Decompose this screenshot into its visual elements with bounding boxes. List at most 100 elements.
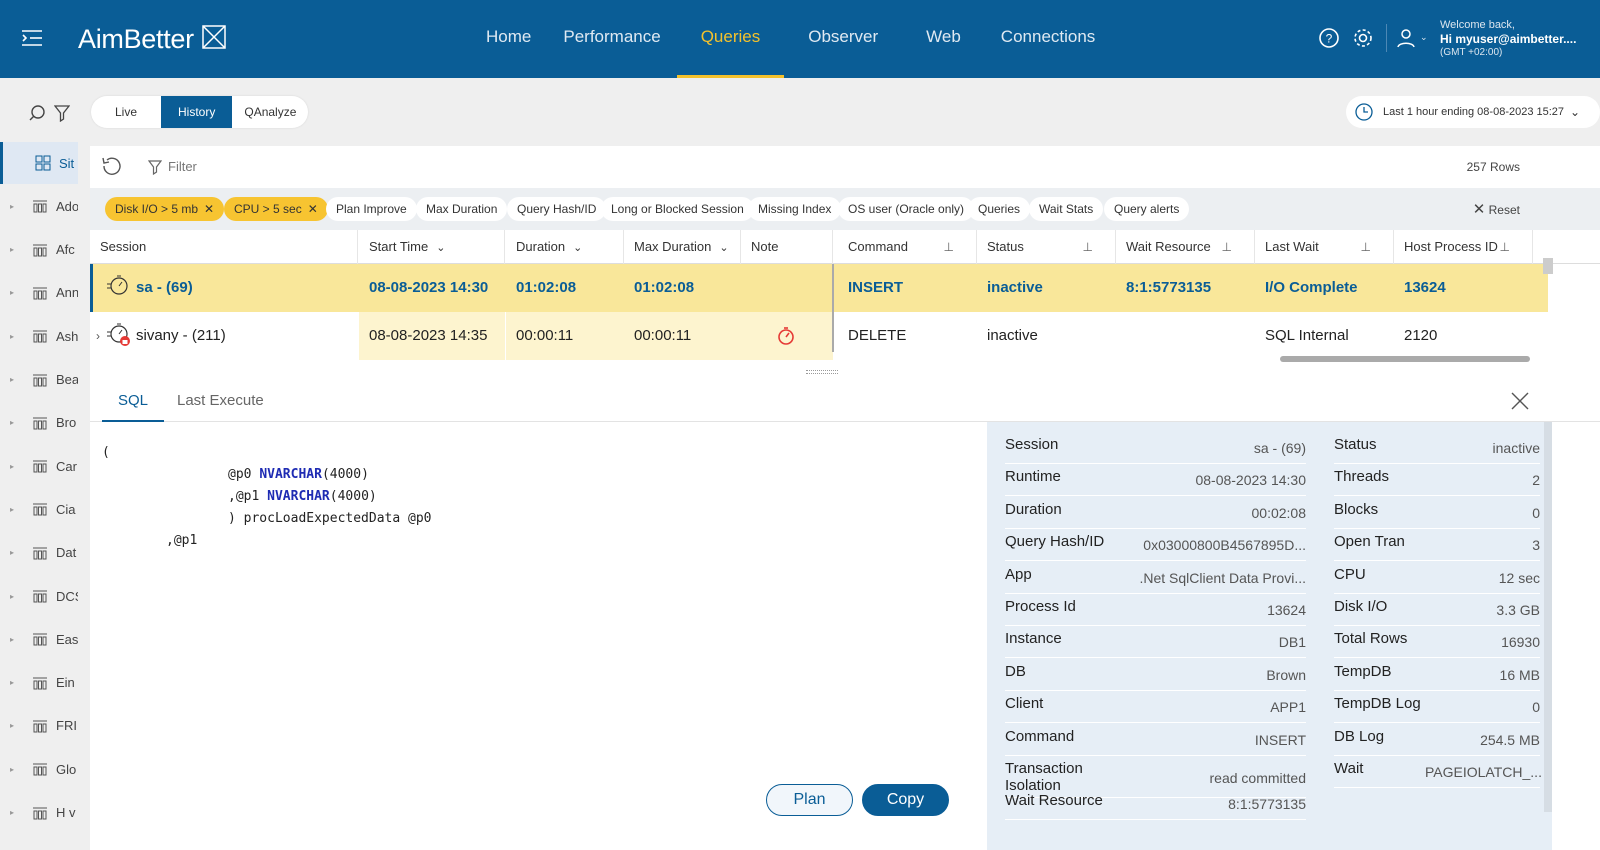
sidebar-item-fri[interactable]: ▸ FRI [0,705,78,747]
filter-chip[interactable]: Query Hash/ID [507,197,607,221]
pin-icon[interactable]: ⊥ [944,230,954,264]
expand-arrow-icon[interactable]: ▸ [10,765,14,774]
table-row[interactable]: › sivany - (211) 08-08-2023 14:35 00:00:11 0… [90,312,1548,360]
user-avatar-icon[interactable] [1394,26,1418,50]
nav-connections[interactable]: Connections [985,0,1112,78]
sidebar-item-car[interactable]: ▸ Car [0,445,78,487]
nav-queries[interactable]: Queries [676,0,785,78]
expand-arrow-icon[interactable]: ▸ [10,375,14,384]
sidebar-item-dcs[interactable]: ▸ DCS [0,575,78,617]
filter-icon[interactable] [54,104,70,122]
sidebar-item-ado[interactable]: ▸ Ado [0,185,78,227]
pin-icon[interactable]: ⊥ [1361,230,1371,264]
column-header-last-wait[interactable]: Last Wait ⊥ [1255,230,1394,264]
filter-chip[interactable]: OS user (Oracle only) [838,197,975,221]
filter-chip[interactable]: Disk I/O > 5 mb ✕ [105,197,225,221]
expand-arrow-icon[interactable]: ▸ [10,678,14,687]
sql-code[interactable]: ( @p0 NVARCHAR(4000) ,@p1 NVARCHAR(4000)… [102,442,432,552]
nav-home[interactable]: Home [470,0,547,78]
column-header-command[interactable]: Command ⊥ [838,230,977,264]
tab-live[interactable]: Live [91,96,161,128]
pin-icon[interactable]: ⊥ [1222,230,1232,264]
sidebar-item-ash[interactable]: ▸ Ash [0,315,78,357]
expand-row-icon[interactable]: › [96,312,100,360]
tab-history[interactable]: History [161,96,233,128]
filter-chip[interactable]: Plan Improve [326,197,417,221]
sidebar-item-glo[interactable]: ▸ Glo [0,748,78,790]
settings-gear-icon[interactable] [1351,26,1375,50]
filter-chip[interactable]: Query alerts [1104,197,1190,221]
column-header-note[interactable]: Note [741,230,833,264]
session-name[interactable]: sa - (69) [136,264,193,312]
column-header-status[interactable]: Status ⊥ [977,230,1116,264]
filter-funnel-icon[interactable] [148,159,162,175]
nav-performance[interactable]: Performance [547,0,676,78]
sidebar-item-bro[interactable]: ▸ Bro [0,402,78,444]
nav-web[interactable]: Web [902,0,985,78]
expand-arrow-icon[interactable]: ▸ [10,635,14,644]
sort-chevron-icon[interactable]: ⌄ [719,242,728,254]
column-header-wait-resource[interactable]: Wait Resource ⊥ [1116,230,1255,264]
expand-arrow-icon[interactable]: ▸ [10,245,14,254]
horizontal-scrollbar[interactable] [1280,356,1530,362]
column-header-session[interactable]: Session [90,230,358,264]
splitter-handle[interactable] [806,370,838,374]
sidebar-item-ann[interactable]: ▸ Ann [0,272,78,314]
sidebar-item-ein[interactable]: ▸ Ein [0,662,78,704]
menu-toggle-icon[interactable] [20,26,44,50]
expand-arrow-icon[interactable]: ▸ [10,721,14,730]
time-range-picker[interactable]: Last 1 hour ending 08-08-2023 15:27 ⌄ [1346,96,1600,128]
sidebar-item-bea[interactable]: ▸ Bea [0,359,78,401]
column-header-max-duration[interactable]: Max Duration ⌄ [624,230,741,264]
expand-arrow-icon[interactable]: ▸ [10,592,14,601]
expand-arrow-icon[interactable]: ▸ [10,548,14,557]
expand-arrow-icon[interactable]: ▸ [10,462,14,471]
tab-qanalyze[interactable]: QAnalyze [232,96,308,128]
table-row[interactable]: sa - (69) 08-08-2023 14:30 01:02:08 01:02:0… [90,264,1548,312]
tab-sql[interactable]: SQL [102,380,165,422]
filter-chip[interactable]: Long or Blocked Session [601,197,754,221]
remove-chip-icon[interactable]: ✕ [204,202,214,216]
long-running-alert-icon[interactable] [775,324,799,348]
sort-chevron-icon[interactable]: ⌄ [573,242,582,254]
sidebar-item-sit[interactable]: Sit [0,142,78,184]
sidebar-item-cia[interactable]: ▸ Cia [0,488,78,530]
user-info[interactable]: Welcome back, Hi myuser@aimbetter.... (G… [1440,18,1576,60]
user-chevron-icon[interactable]: ⌄ [1420,32,1428,43]
column-header-host-process-id[interactable]: Host Process ID ⊥ [1394,230,1533,264]
column-header-start-time[interactable]: Start Time ⌄ [359,230,505,264]
sidebar-item-hv[interactable]: ▸ H v [0,792,78,834]
sidebar-item-dat[interactable]: ▸ Dat [0,532,78,574]
expand-arrow-icon[interactable]: ▸ [10,202,14,211]
expand-arrow-icon[interactable]: ▸ [10,288,14,297]
close-panel-icon[interactable] [1510,391,1530,411]
details-scrollbar[interactable] [1544,422,1552,812]
filter-chip[interactable]: CPU > 5 sec ✕ [224,197,328,221]
filter-label[interactable]: Filter [168,159,197,174]
brand-logo[interactable]: AimBetter [78,22,229,55]
refresh-icon[interactable] [100,155,124,179]
filter-chip[interactable]: Max Duration [416,197,508,221]
vertical-scrollbar[interactable] [1543,258,1553,274]
filter-chip[interactable]: Wait Stats [1029,197,1104,221]
sidebar-item-afc[interactable]: ▸ Afc [0,229,78,271]
sort-chevron-icon[interactable]: ⌄ [436,242,445,254]
filter-chip[interactable]: Missing Index [748,197,842,221]
expand-arrow-icon[interactable]: ▸ [10,505,14,514]
reset-button[interactable]: ✕ Reset [1473,200,1520,218]
pin-icon[interactable]: ⊥ [1500,230,1510,264]
sidebar-item-eas[interactable]: ▸ Eas [0,618,78,660]
session-name[interactable]: sivany - (211) [136,312,226,360]
expand-arrow-icon[interactable]: ▸ [10,332,14,341]
help-icon[interactable]: ? [1317,26,1341,50]
tab-last-execute[interactable]: Last Execute [177,380,264,422]
search-icon[interactable] [28,104,46,122]
plan-button[interactable]: Plan [766,784,853,816]
filter-chip[interactable]: Queries [968,197,1031,221]
expand-arrow-icon[interactable]: ▸ [10,418,14,427]
expand-arrow-icon[interactable]: ▸ [10,808,14,817]
nav-observer[interactable]: Observer [784,0,902,78]
pin-icon[interactable]: ⊥ [1083,230,1093,264]
remove-chip-icon[interactable]: ✕ [308,202,318,216]
copy-button[interactable]: Copy [862,784,949,816]
